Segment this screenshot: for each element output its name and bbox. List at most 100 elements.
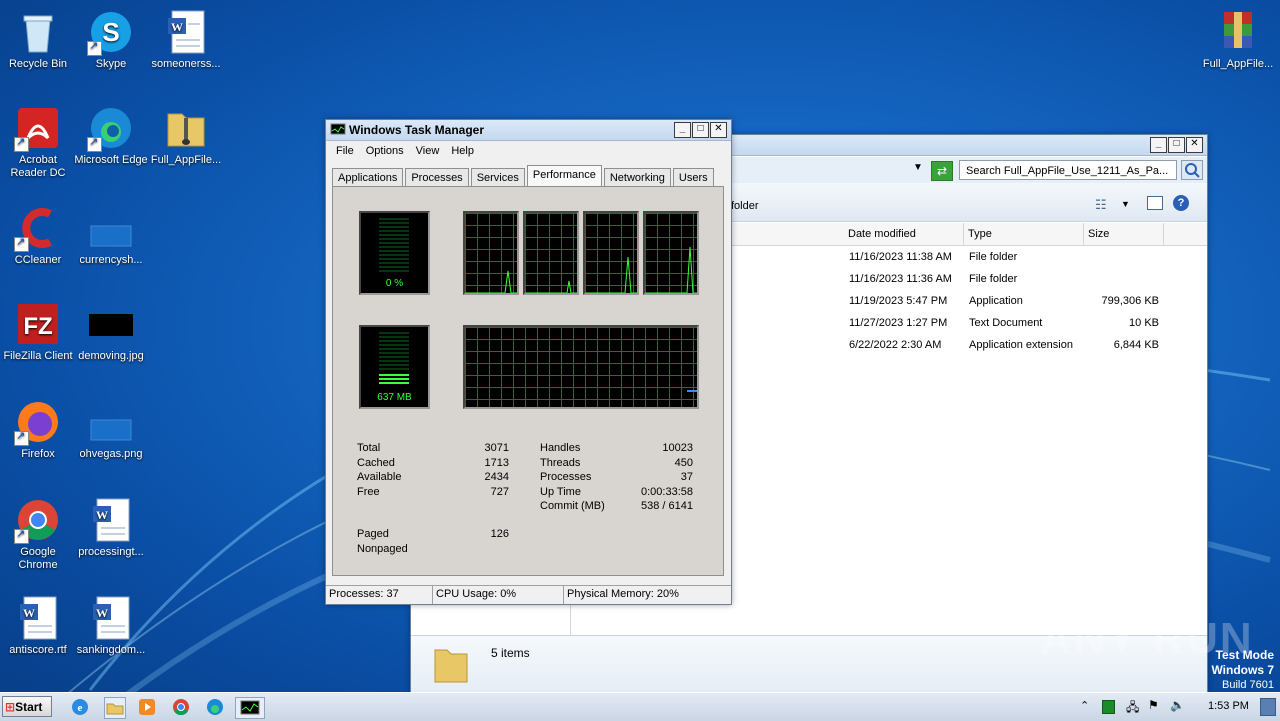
maximize-button[interactable]: □ [1168, 137, 1185, 153]
menu-view[interactable]: View [410, 143, 446, 159]
desktop-icon-edge[interactable]: Microsoft Edge [73, 104, 149, 167]
show-desktop-button[interactable] [1260, 698, 1276, 716]
stat-label: Nonpaged [357, 543, 408, 555]
shortcut-arrow-icon [87, 39, 102, 56]
svg-text:W: W [23, 606, 35, 620]
zip-folder-icon [162, 104, 210, 152]
desktop-icon-acrobat[interactable]: Acrobat Reader DC [0, 104, 76, 180]
cpu-history-line [525, 280, 577, 294]
internet-explorer-icon[interactable]: e [70, 697, 90, 717]
close-button[interactable]: ✕ [1186, 137, 1203, 153]
stat-value: 1713 [484, 457, 509, 469]
start-button[interactable]: ⊞Start [2, 696, 52, 717]
stat-value: 37 [680, 471, 693, 483]
stat-value: 538 / 6141 [641, 500, 693, 512]
desktop-icon-chrome[interactable]: Google Chrome [0, 496, 76, 572]
row-type: File folder [969, 251, 1018, 263]
desktop-icon-filezilla[interactable]: FZ FileZilla Client [0, 300, 76, 363]
address-dropdown-icon[interactable]: ▼ [913, 162, 923, 173]
desktop-icon-label: FileZilla Client [3, 350, 73, 362]
status-processes: Processes: 37 [326, 586, 433, 604]
row-date: 11/16/2023 11:36 AM [849, 273, 952, 285]
word-document-icon: W [87, 594, 135, 642]
minimize-button[interactable]: _ [1150, 137, 1167, 153]
test-mode-line: Test Mode [1215, 648, 1274, 662]
desktop-icon-folder-zip[interactable]: Full_AppFile... [148, 104, 224, 167]
shortcut-arrow-icon [14, 235, 29, 252]
media-player-icon[interactable] [137, 697, 157, 717]
desktop-icon-demoving[interactable]: demoving.jpg [73, 300, 149, 363]
desktop-icon-firefox[interactable]: Firefox [0, 398, 76, 461]
skype-icon: S [87, 8, 135, 56]
action-center-flag-icon[interactable]: ⚑ [1148, 698, 1159, 712]
cpu-history-line [465, 270, 517, 294]
search-input[interactable]: Search Full_AppFile_Use_1211_As_Pa... [959, 160, 1177, 180]
desktop-icon-winrar[interactable]: Full_AppFile... [1200, 8, 1276, 71]
window-title: Windows Task Manager [349, 123, 485, 137]
svg-text:W: W [96, 606, 108, 620]
clock[interactable]: 1:53 PM [1208, 700, 1249, 712]
column-header-size[interactable]: Size [1084, 223, 1164, 245]
cpu-history-line [645, 246, 697, 294]
tray-app-icon[interactable] [1102, 700, 1115, 714]
shortcut-arrow-icon [14, 527, 29, 544]
column-header-date[interactable]: Date modified [844, 223, 964, 245]
desktop-icon-ccleaner[interactable]: CCleaner [0, 204, 76, 267]
svg-text:e: e [78, 702, 83, 714]
preview-pane-icon[interactable] [1147, 196, 1163, 210]
desktop-icon-word-doc[interactable]: W someonerss... [148, 8, 224, 71]
maximize-button[interactable]: □ [692, 122, 709, 138]
shortcut-arrow-icon [14, 135, 29, 152]
file-explorer-icon[interactable] [104, 697, 126, 719]
desktop-icon-label: Recycle Bin [8, 58, 68, 70]
desktop-icon-ohvegas[interactable]: ohvegas.png [73, 398, 149, 461]
desktop-icon-antiscore[interactable]: W antiscore.rtf [0, 594, 76, 657]
winrar-archive-icon [1214, 8, 1262, 56]
chrome-icon [14, 496, 62, 544]
task-manager-titlebar[interactable]: Windows Task Manager _ □ ✕ [326, 120, 731, 141]
refresh-button[interactable]: ⇄ [931, 161, 953, 181]
desktop-icon-skype[interactable]: S Skype [73, 8, 149, 71]
filezilla-icon: FZ [14, 300, 62, 348]
desktop-icon-recycle-bin[interactable]: Recycle Bin [0, 8, 76, 71]
desktop-icon-label: Acrobat Reader DC [10, 154, 66, 179]
desktop-icon-sankingdom[interactable]: W sankingdom... [73, 594, 149, 657]
svg-text:W: W [171, 20, 183, 34]
volume-icon[interactable]: 🔈 [1170, 698, 1185, 712]
ccleaner-icon [14, 204, 62, 252]
view-options-icon[interactable]: ☷ [1095, 197, 1107, 213]
menu-options[interactable]: Options [360, 143, 410, 159]
row-size: 10 KB [1129, 317, 1159, 329]
minimize-button[interactable]: _ [674, 122, 691, 138]
row-date: 6/22/2022 2:30 AM [849, 339, 942, 351]
chrome-taskbar-icon[interactable] [171, 697, 191, 717]
desktop-icon-processing[interactable]: W processingt... [73, 496, 149, 559]
close-button[interactable]: ✕ [710, 122, 727, 138]
toolbar-new-folder-label[interactable]: folder [731, 200, 759, 212]
desktop-icon-label: Microsoft Edge [74, 154, 148, 166]
blank-file-icon [87, 204, 135, 252]
show-hidden-icons-icon[interactable]: ⌃ [1080, 699, 1089, 712]
row-size: 799,306 KB [1101, 295, 1160, 307]
memory-history-line [687, 390, 697, 392]
search-button[interactable] [1181, 160, 1203, 180]
stat-value: 0:00:33:58 [641, 486, 693, 498]
menu-help[interactable]: Help [445, 143, 480, 159]
row-type: File folder [969, 273, 1018, 285]
desktop-icon-label: sankingdom... [76, 644, 146, 656]
desktop-icon-label: someonerss... [151, 58, 221, 70]
edge-taskbar-icon[interactable] [205, 697, 225, 717]
view-dropdown-icon[interactable]: ▼ [1121, 199, 1130, 209]
desktop-icon-currency[interactable]: currencysh... [73, 204, 149, 267]
task-manager-taskbar-icon[interactable] [235, 697, 265, 719]
taskbar: ⊞Start e ⌃ 🖧 ⚑ 🔈 1:53 PM [0, 692, 1280, 721]
help-icon[interactable]: ? [1173, 195, 1189, 211]
cpu-history-graph-1 [463, 211, 519, 295]
status-physical-memory: Physical Memory: 20% [567, 588, 679, 600]
memory-usage-meter: 637 MB [359, 325, 430, 409]
column-header-type[interactable]: Type [964, 223, 1084, 245]
network-icon[interactable]: 🖧 [1126, 698, 1139, 719]
stat-label: Available [357, 471, 402, 483]
task-manager-window[interactable]: Windows Task Manager _ □ ✕ File Options … [325, 119, 732, 605]
menu-file[interactable]: File [330, 143, 360, 159]
